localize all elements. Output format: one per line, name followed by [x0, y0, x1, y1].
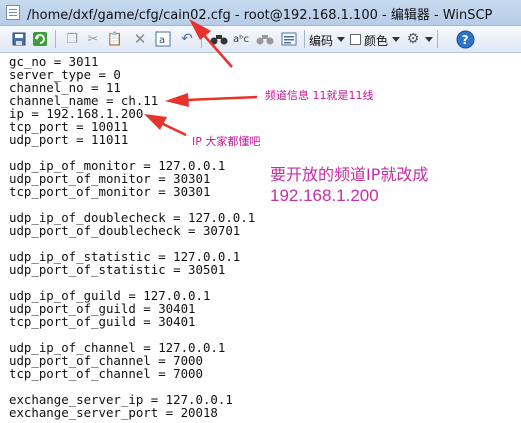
change-ip-value: 192.168.1.200 — [270, 186, 379, 205]
find-next-icon[interactable] — [255, 29, 275, 49]
window-title: /home/dxf/game/cfg/cain02.cfg - root@192… — [27, 8, 493, 23]
code-line: udp_port_of_doublecheck = 30701 — [9, 223, 241, 238]
ip-annotation: IP 大家都懂吧 — [192, 135, 261, 148]
change-ip-note: 要开放的频道IP就改成 — [270, 165, 429, 184]
toolbar-separator — [304, 30, 305, 48]
chevron-down-icon[interactable] — [337, 37, 345, 42]
goto-line-icon[interactable] — [279, 29, 299, 49]
code-line: tcp_port_of_guild = 30401 — [9, 314, 196, 329]
encoding-menu[interactable]: 编码 — [309, 32, 333, 49]
help-icon[interactable]: ? — [455, 29, 475, 49]
replace-icon[interactable]: a͏ᵇc — [231, 29, 251, 49]
settings-icon[interactable]: ⚙ — [403, 29, 423, 49]
text-editor[interactable]: gc_no = 3011 server_type = 0 channel_no … — [0, 53, 521, 423]
channel-annotation: 频道信息 11就是11线 — [265, 89, 374, 102]
code-line: udp_port_of_statistic = 30501 — [9, 262, 226, 277]
color-label[interactable]: 颜色 — [364, 32, 388, 49]
code-line: tcp_port_of_monitor = 30301 — [9, 184, 211, 199]
code-line: tcp_port_of_channel = 7000 — [9, 366, 203, 381]
paste-icon[interactable]: 📋 — [105, 29, 125, 49]
chevron-down-icon[interactable] — [392, 37, 400, 42]
code-line: exchange_server_port = 20018 — [9, 405, 218, 420]
find-icon[interactable] — [209, 29, 229, 49]
document-icon — [6, 5, 20, 20]
toolbar-separator — [437, 30, 438, 48]
cut-icon[interactable]: ✂ — [83, 29, 103, 49]
toolbar: ❐ ✂ 📋 ✕ a ↶ a͏ᵇc 编码 颜色 ⚙ ? — [0, 26, 521, 53]
reload-icon[interactable] — [30, 29, 50, 49]
code-line: udp_port = 11011 — [9, 132, 129, 147]
copy-icon[interactable]: ❐ — [62, 29, 82, 49]
color-checkbox[interactable] — [350, 34, 361, 45]
delete-icon[interactable]: ✕ — [130, 29, 150, 49]
toolbar-separator — [55, 30, 56, 48]
title-bar: /home/dxf/game/cfg/cain02.cfg - root@192… — [0, 0, 521, 26]
toolbar-separator — [201, 30, 202, 48]
save-icon[interactable] — [9, 29, 29, 49]
svg-text:a: a — [159, 35, 165, 46]
undo-icon[interactable]: ↶ — [177, 29, 197, 49]
help-label: ? — [461, 33, 468, 47]
chevron-down-icon[interactable] — [425, 37, 433, 42]
select-all-icon[interactable]: a — [153, 29, 173, 49]
